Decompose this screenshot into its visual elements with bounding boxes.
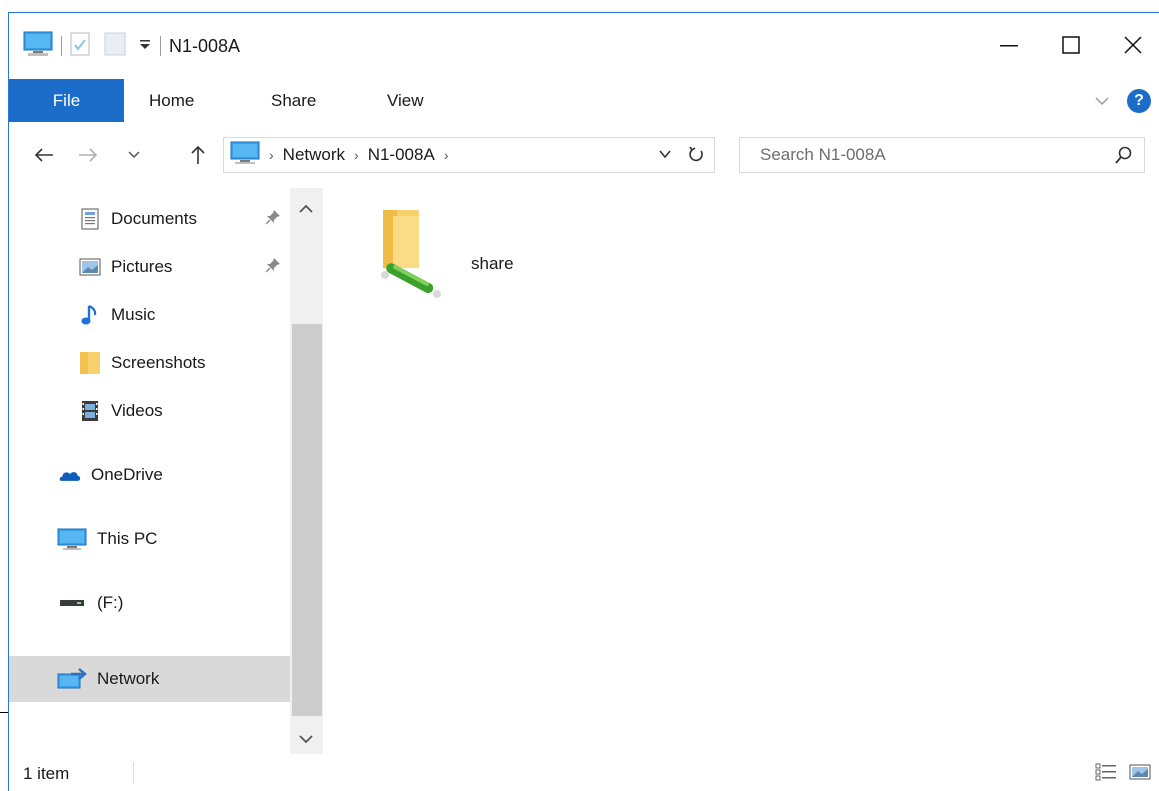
- refresh-icon[interactable]: [686, 145, 706, 170]
- back-button[interactable]: [29, 140, 59, 170]
- navigation-pane: Documents Pictures Music Screenshots Vid…: [9, 188, 323, 754]
- sidebar-item-music[interactable]: Music: [9, 292, 290, 338]
- sidebar-item-label: Videos: [111, 401, 163, 420]
- sidebar-item-label: OneDrive: [91, 465, 163, 484]
- tab-share[interactable]: Share: [271, 79, 316, 122]
- tab-file[interactable]: File: [9, 79, 124, 122]
- close-button[interactable]: [1107, 27, 1159, 63]
- sidebar-item-documents[interactable]: Documents: [9, 196, 290, 242]
- sidebar-item-label: Screenshots: [111, 353, 206, 372]
- file-name: share: [471, 254, 514, 273]
- list-item[interactable]: share: [371, 208, 561, 308]
- usb-drive-icon: [57, 592, 87, 614]
- sidebar-item-pictures[interactable]: Pictures: [9, 244, 290, 290]
- sidebar-item-label: This PC: [97, 529, 158, 548]
- ribbon-tabs: File Home Share View ?: [9, 79, 1159, 122]
- search-icon[interactable]: [1114, 145, 1134, 170]
- search-input[interactable]: Search N1-008A: [760, 138, 886, 172]
- search-box[interactable]: Search N1-008A: [739, 137, 1145, 173]
- pictures-icon: [79, 256, 101, 278]
- network-icon: [57, 668, 87, 690]
- sidebar-item-videos[interactable]: Videos: [9, 388, 290, 434]
- scroll-down-arrow-icon[interactable]: [298, 730, 314, 750]
- tab-view[interactable]: View: [387, 79, 424, 122]
- properties-icon[interactable]: [70, 32, 90, 61]
- item-count: 1 item: [23, 764, 70, 783]
- breadcrumb-chevron[interactable]: ›: [444, 147, 449, 163]
- recent-locations-button[interactable]: [119, 140, 149, 170]
- new-folder-icon[interactable]: [104, 32, 126, 61]
- expand-ribbon-icon[interactable]: [1095, 91, 1109, 111]
- nav-scrollbar[interactable]: [290, 188, 323, 754]
- documents-icon: [79, 208, 101, 230]
- sidebar-item-label: Documents: [111, 209, 197, 228]
- details-view-icon[interactable]: [1093, 762, 1119, 782]
- sidebar-item-label: Music: [111, 305, 156, 324]
- sidebar-item-label: Network: [97, 669, 160, 688]
- scroll-thumb[interactable]: [292, 324, 322, 716]
- tab-home[interactable]: Home: [149, 79, 194, 122]
- sidebar-item-label: (F:): [97, 593, 124, 612]
- onedrive-icon: [59, 464, 81, 486]
- minimize-button[interactable]: [983, 27, 1035, 63]
- quick-access-toolbar: N1-008A: [23, 31, 240, 61]
- pin-icon[interactable]: [265, 257, 281, 278]
- customize-qat-icon[interactable]: [138, 36, 152, 56]
- explorer-window: N1-008A File Home Share View ? › Network…: [8, 12, 1159, 791]
- window-edge-line: [0, 712, 8, 713]
- folder-icon: [79, 352, 101, 374]
- sidebar-item-label: Pictures: [111, 257, 173, 276]
- address-dropdown-icon[interactable]: [658, 146, 672, 166]
- address-bar[interactable]: › Network › N1-008A ›: [223, 137, 715, 173]
- window-controls: [973, 27, 1159, 63]
- sidebar-item-network[interactable]: Network: [9, 656, 290, 702]
- breadcrumb-n1-008a[interactable]: N1-008A: [368, 145, 435, 165]
- sidebar-item-onedrive[interactable]: OneDrive: [9, 452, 290, 498]
- videos-icon: [79, 400, 101, 422]
- maximize-button[interactable]: [1045, 27, 1097, 63]
- this-pc-icon: [230, 141, 260, 170]
- breadcrumb: › Network › N1-008A ›: [230, 138, 457, 172]
- up-button[interactable]: [183, 140, 213, 170]
- address-row: › Network › N1-008A › Search N1-008A: [9, 122, 1159, 188]
- breadcrumb-network[interactable]: Network: [283, 145, 345, 165]
- window-title: N1-008A: [169, 35, 241, 56]
- forward-button[interactable]: [73, 140, 103, 170]
- large-icons-view-icon[interactable]: [1127, 762, 1153, 782]
- help-icon[interactable]: ?: [1127, 89, 1151, 113]
- status-bar: 1 item: [9, 754, 1159, 791]
- ribbon-right-controls: ?: [1095, 89, 1151, 113]
- file-list: share: [323, 188, 1159, 754]
- pin-icon[interactable]: [265, 209, 281, 230]
- this-pc-icon: [57, 528, 87, 550]
- computer-icon[interactable]: [23, 31, 53, 62]
- sidebar-item-this-pc[interactable]: This PC: [9, 516, 290, 562]
- view-buttons: [1085, 762, 1153, 782]
- network-share-folder-icon: [371, 208, 453, 309]
- sidebar-item-drive-f[interactable]: (F:): [9, 580, 290, 626]
- music-icon: [79, 304, 101, 326]
- sidebar-item-screenshots[interactable]: Screenshots: [9, 340, 290, 386]
- scroll-up-arrow-icon[interactable]: [298, 200, 314, 220]
- title-bar: N1-008A: [9, 13, 1159, 79]
